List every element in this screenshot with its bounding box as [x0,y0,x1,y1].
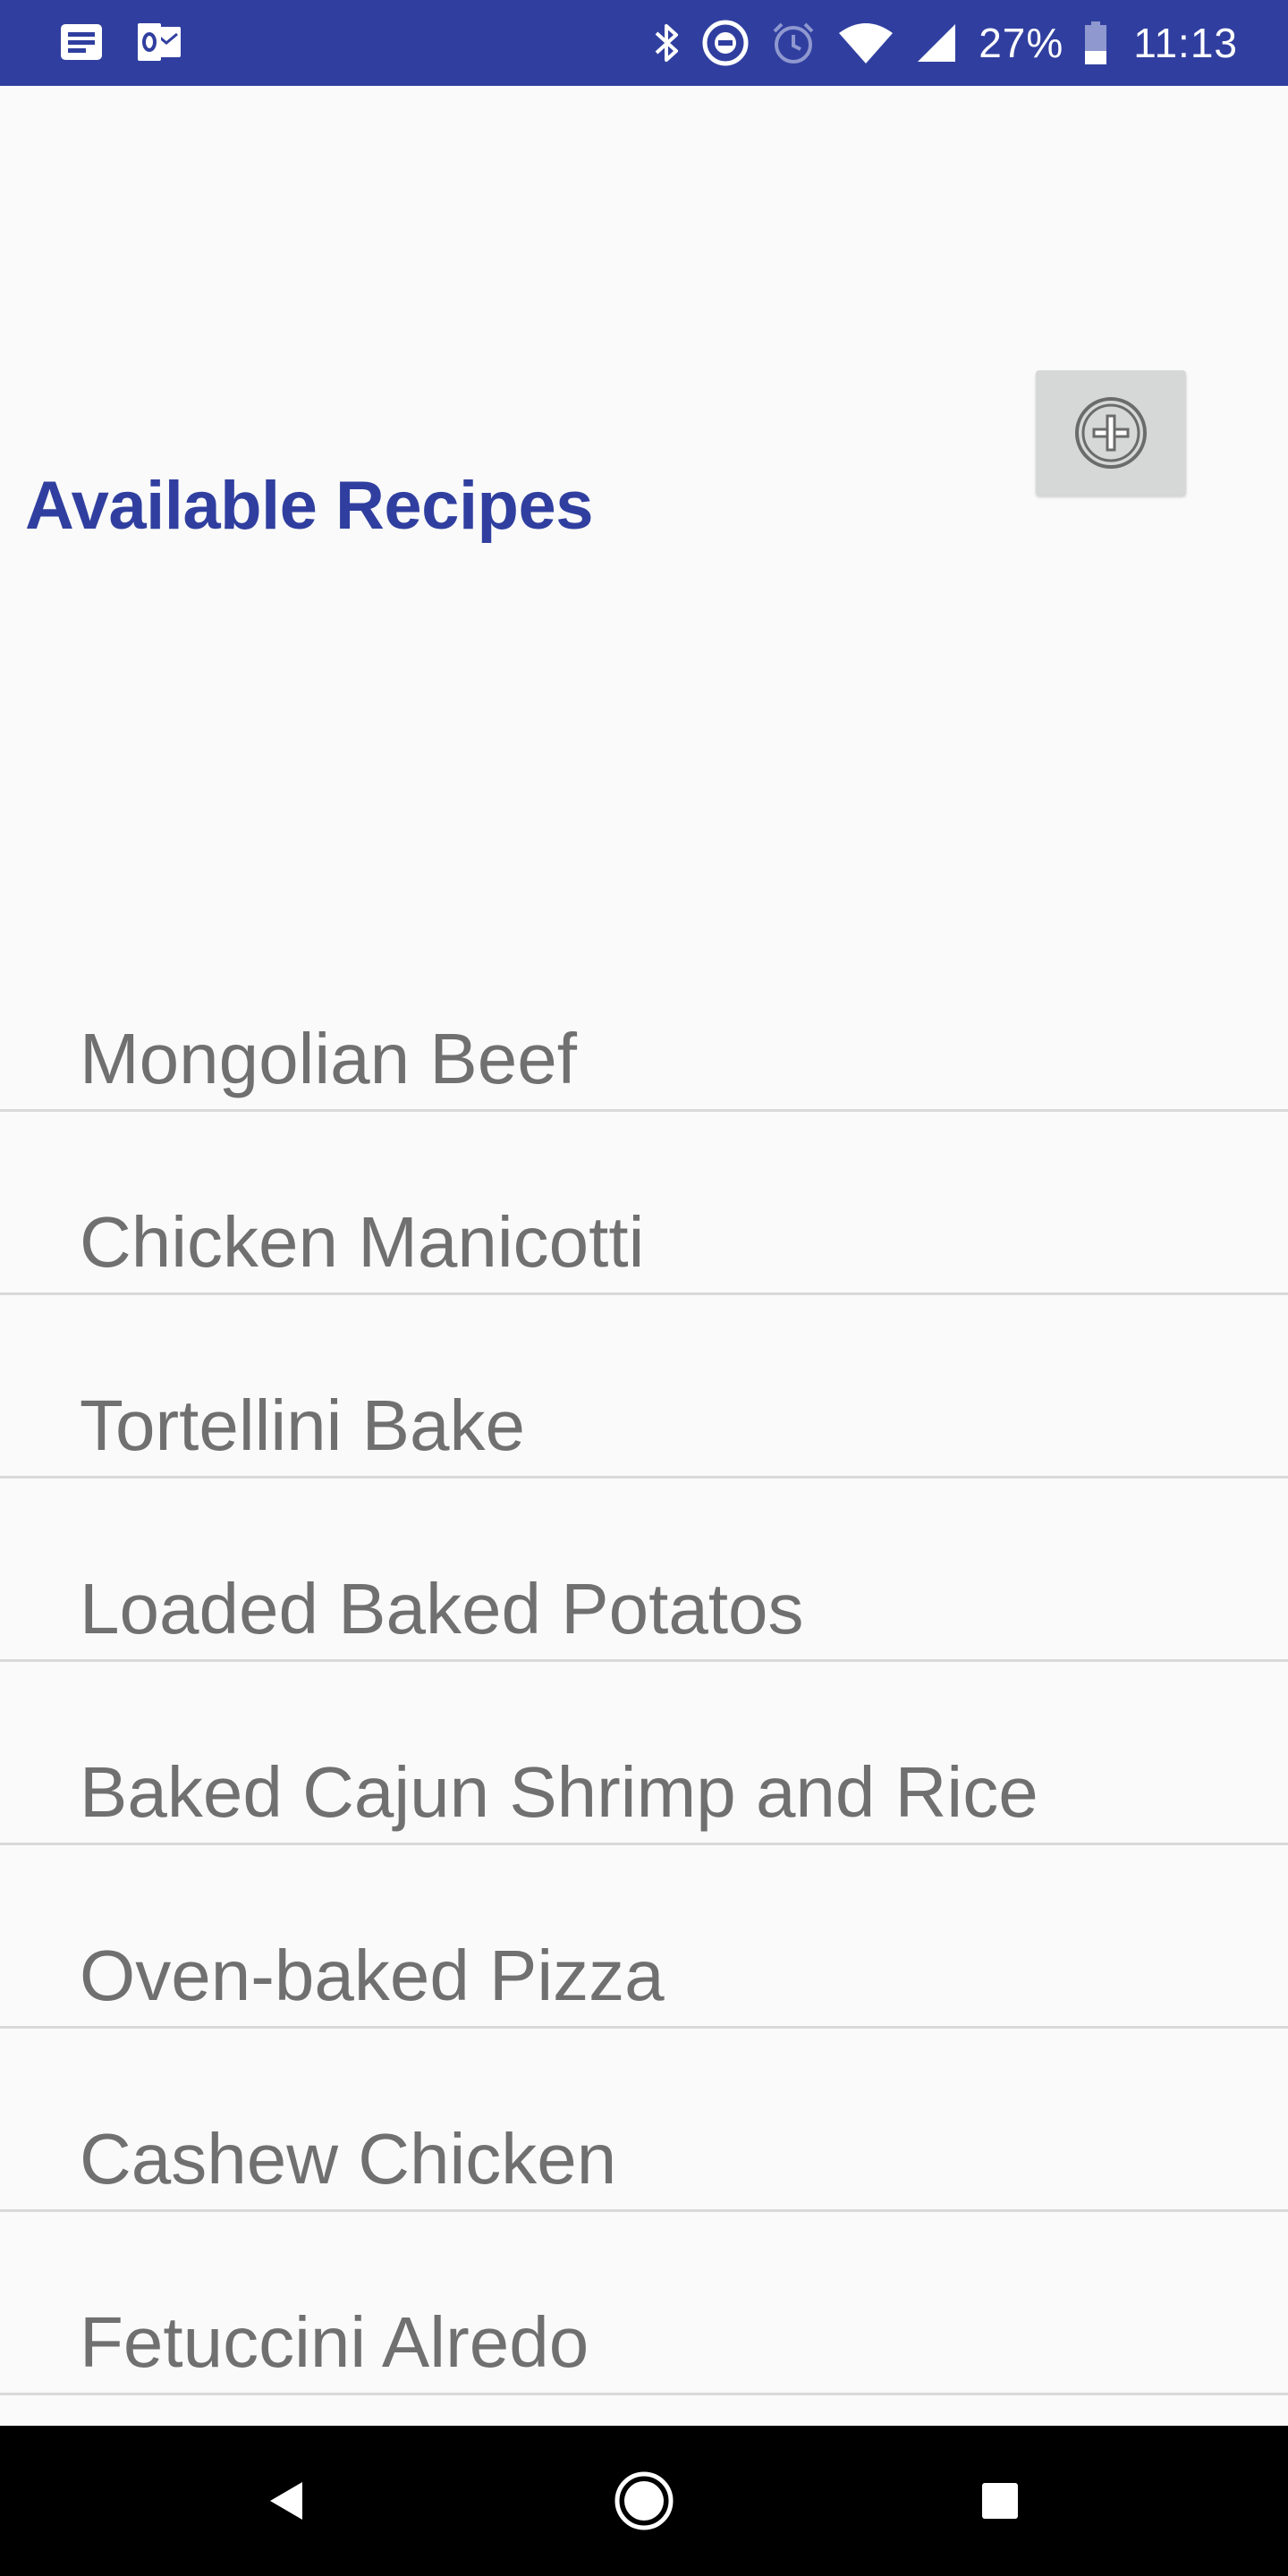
outlook-icon [136,21,182,63]
clock: 11:13 [1133,20,1238,66]
list-item[interactable]: Baked Cajun Shrimp and Rice [0,1662,1288,1845]
recipe-name: Chicken Manicotti [80,1202,645,1282]
home-button[interactable] [608,2465,680,2537]
list-item[interactable]: Fetuccini Alredo [0,2212,1288,2395]
navigation-bar [0,2426,1288,2576]
list-item[interactable]: Cashew Chicken [0,2029,1288,2212]
recents-icon [980,2481,1020,2521]
news-icon [59,22,104,62]
battery-icon [1083,21,1108,65]
home-icon [613,2470,675,2532]
do-not-disturb-icon [701,19,750,67]
wifi-icon [837,21,894,65]
page-title: Available Recipes [25,468,594,544]
recipe-name: Oven-baked Pizza [80,1936,665,2015]
battery-percent: 27% [979,20,1064,66]
alarm-icon [769,19,818,67]
list-item[interactable]: Tortellini Bake [0,1295,1288,1479]
recents-button[interactable] [964,2465,1036,2537]
recipe-list: Mongolian Beef Chicken Manicotti Tortell… [0,928,1288,2395]
add-recipe-button[interactable] [1036,370,1186,496]
list-item[interactable]: Oven-baked Pizza [0,1845,1288,2029]
bluetooth-icon [651,21,682,65]
back-button[interactable] [250,2465,322,2537]
status-right-icons: 27% 11:13 [651,16,1238,70]
recipe-name: Tortellini Bake [80,1385,526,1465]
recipe-name: Cashew Chicken [80,2119,617,2199]
recipe-name: Loaded Baked Potatos [80,1569,804,1648]
list-item[interactable]: Chicken Manicotti [0,1112,1288,1295]
recipe-name: Fetuccini Alredo [80,2302,589,2382]
recipe-name: Mongolian Beef [80,1019,577,1098]
recipe-name: Baked Cajun Shrimp and Rice [80,1752,1038,1832]
list-item[interactable]: Mongolian Beef [0,928,1288,1112]
status-bar: 27% 11:13 [0,0,1288,86]
back-icon [267,2479,306,2523]
status-left-icons [59,21,182,63]
list-item[interactable]: Loaded Baked Potatos [0,1479,1288,1662]
signal-icon [914,21,959,65]
add-circle-icon [1073,395,1148,470]
